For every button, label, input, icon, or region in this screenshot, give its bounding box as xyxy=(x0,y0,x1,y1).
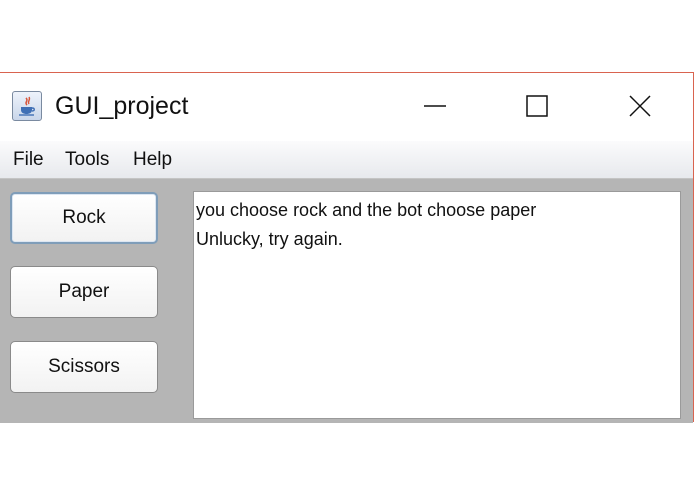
java-icon xyxy=(12,91,42,121)
menu-bar: File Tools Help xyxy=(0,141,693,179)
paper-button[interactable]: Paper xyxy=(10,266,158,318)
minimize-button[interactable] xyxy=(410,83,460,129)
maximize-icon xyxy=(526,95,548,117)
rock-button[interactable]: Rock xyxy=(10,192,158,244)
menu-help[interactable]: Help xyxy=(133,149,172,171)
result-line: you choose rock and the bot choose paper xyxy=(196,200,537,220)
result-line: Unlucky, try again. xyxy=(196,229,343,249)
title-bar[interactable]: GUI_project xyxy=(0,73,693,141)
result-text-area[interactable]: you choose rock and the bot choose paper… xyxy=(193,191,681,419)
content-panel: Rock Paper Scissors you choose rock and … xyxy=(0,179,693,423)
close-icon xyxy=(629,95,651,117)
window-title: GUI_project xyxy=(55,92,189,120)
menu-tools[interactable]: Tools xyxy=(65,149,109,171)
maximize-button[interactable] xyxy=(512,83,562,129)
menu-file[interactable]: File xyxy=(13,149,44,171)
scissors-button[interactable]: Scissors xyxy=(10,341,158,393)
minimize-icon xyxy=(424,105,446,107)
app-window: GUI_project File Tools Help Rock Paper S… xyxy=(0,72,694,423)
close-button[interactable] xyxy=(615,83,665,129)
